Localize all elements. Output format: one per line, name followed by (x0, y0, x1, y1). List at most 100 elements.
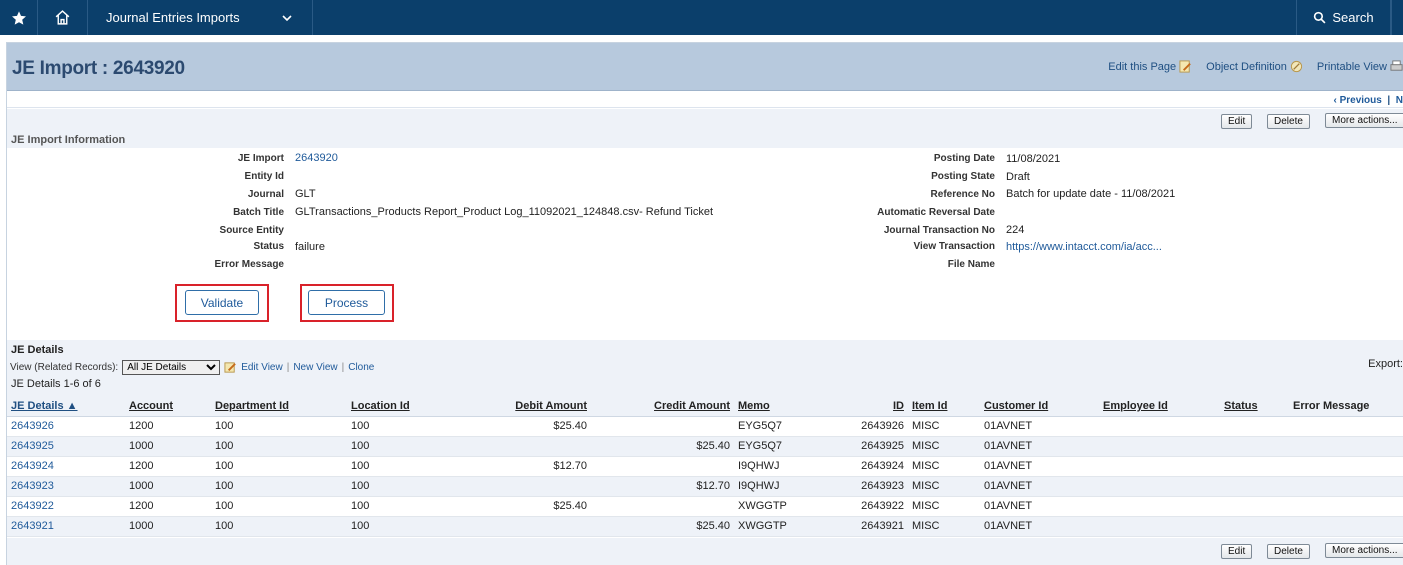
cell-department: 100 (211, 416, 347, 437)
col-credit-amount[interactable]: Credit Amount (591, 396, 734, 417)
object-definition-label: Object Definition (1206, 60, 1287, 73)
cell-item-id: MISC (908, 516, 980, 537)
je-detail-link[interactable]: 2643921 (7, 516, 125, 537)
col-debit-amount[interactable]: Debit Amount (467, 396, 591, 417)
col-account[interactable]: Account (125, 396, 211, 417)
col-location-id[interactable]: Location Id (347, 396, 467, 417)
cell-customer-id: 01AVNET (980, 456, 1099, 477)
table-row: 2643921 1000 100 100 $25.40 XWGGTP 26439… (7, 516, 1403, 537)
top-nav-bar: Journal Entries Imports Search (0, 0, 1403, 35)
pencil-page-icon (1179, 60, 1191, 73)
col-memo[interactable]: Memo (734, 396, 806, 417)
status-value: failure (295, 241, 325, 253)
col-department-id[interactable]: Department Id (211, 396, 347, 417)
cell-customer-id: 01AVNET (980, 436, 1099, 457)
search-label: Search (1332, 10, 1374, 25)
cell-location: 100 (347, 476, 467, 497)
next-record-link[interactable]: N (1396, 95, 1403, 106)
page-frame: JE Import : 2643920 Edit this Page Objec… (6, 42, 1403, 565)
je-detail-link[interactable]: 2643924 (7, 456, 125, 477)
cell-error (1289, 456, 1403, 477)
col-item-id[interactable]: Item Id (908, 396, 980, 417)
je-detail-link[interactable]: 2643926 (7, 416, 125, 437)
cell-error (1289, 476, 1403, 497)
cell-employee-id (1099, 416, 1220, 437)
bottom-delete-button[interactable]: Delete (1267, 544, 1310, 559)
je-import-value-link[interactable]: 2643920 (295, 152, 338, 164)
edit-view-link[interactable]: Edit View (241, 362, 283, 373)
cell-debit (467, 516, 591, 537)
table-row: 2643923 1000 100 100 $12.70 I9QHWJ 26439… (7, 476, 1403, 497)
nav-tail (1391, 0, 1403, 35)
posting-state-value: Draft (1006, 171, 1030, 183)
clone-view-link[interactable]: Clone (348, 362, 374, 373)
label-view-transaction: View Transaction (913, 241, 995, 252)
je-detail-link[interactable]: 2643925 (7, 436, 125, 457)
cell-memo: I9QHWJ (734, 476, 806, 497)
bottom-edit-button[interactable]: Edit (1221, 544, 1253, 559)
previous-record-link[interactable]: ‹ Previous (1333, 95, 1381, 106)
cell-credit: $25.40 (591, 516, 734, 537)
col-customer-id[interactable]: Customer Id (980, 396, 1099, 417)
cell-account: 1000 (125, 516, 211, 537)
label-je-import: JE Import (237, 153, 284, 164)
cell-error (1289, 496, 1403, 517)
label-reference-no: Reference No (930, 189, 995, 200)
page-title: JE Import : 2643920 (12, 58, 185, 79)
export-control[interactable]: Export: (1368, 358, 1403, 370)
cell-debit: $25.40 (467, 416, 591, 437)
module-selector[interactable]: Journal Entries Imports (88, 0, 313, 35)
cell-credit (591, 456, 734, 477)
validate-button[interactable]: Validate (185, 290, 259, 315)
cell-department: 100 (211, 436, 347, 457)
cell-item-id: MISC (908, 496, 980, 517)
table-row: 2643925 1000 100 100 $25.40 EYG5Q7 26439… (7, 436, 1403, 457)
favorites-button[interactable] (0, 0, 38, 35)
label-error-message: Error Message (214, 259, 284, 270)
info-section-heading: JE Import Information (7, 131, 1403, 148)
printable-view-link[interactable]: Printable View (1317, 60, 1403, 73)
cell-credit (591, 416, 734, 437)
more-actions-button[interactable]: More actions... (1325, 113, 1403, 128)
title-bar: JE Import : 2643920 Edit this Page Objec… (7, 43, 1403, 91)
col-status[interactable]: Status (1220, 396, 1289, 417)
cell-department: 100 (211, 496, 347, 517)
view-select[interactable]: All JE Details (122, 359, 221, 375)
process-button[interactable]: Process (308, 290, 385, 315)
col-id[interactable]: ID (806, 396, 908, 417)
view-transaction-link[interactable]: https://www.intacct.com/ia/acc... (1006, 241, 1162, 253)
cell-error (1289, 416, 1403, 437)
cell-employee-id (1099, 476, 1220, 497)
edit-page-link[interactable]: Edit this Page (1108, 60, 1192, 73)
cell-memo: XWGGTP (734, 496, 806, 517)
object-definition-link[interactable]: Object Definition (1206, 60, 1303, 73)
cell-credit (591, 496, 734, 517)
home-button[interactable] (38, 0, 88, 35)
col-error-message[interactable]: Error Message (1289, 396, 1403, 417)
home-icon (54, 9, 71, 26)
delete-button[interactable]: Delete (1267, 114, 1310, 129)
cell-department: 100 (211, 456, 347, 477)
edit-view-icon (224, 361, 237, 373)
pager-separator: | (1387, 95, 1391, 106)
je-detail-link[interactable]: 2643922 (7, 496, 125, 517)
page-links: Edit this Page Object Definition Printab… (1108, 60, 1403, 73)
col-je-details[interactable]: JE Details ▲ (7, 396, 125, 417)
cell-account: 1200 (125, 416, 211, 437)
search-button[interactable]: Search (1296, 0, 1391, 35)
label-posting-date: Posting Date (933, 153, 995, 164)
je-details-heading: JE Details (11, 344, 64, 356)
edit-button[interactable]: Edit (1221, 114, 1253, 129)
bottom-more-actions-button[interactable]: More actions... (1325, 543, 1403, 558)
cell-status (1220, 516, 1289, 537)
journal-value: GLT (295, 188, 316, 200)
je-detail-link[interactable]: 2643923 (7, 476, 125, 497)
cell-id: 2643925 (806, 436, 908, 457)
col-employee-id[interactable]: Employee Id (1099, 396, 1220, 417)
cell-id: 2643923 (806, 476, 908, 497)
table-row: 2643924 1200 100 100 $12.70 I9QHWJ 26439… (7, 456, 1403, 477)
search-icon (1313, 11, 1326, 24)
cell-debit (467, 476, 591, 497)
new-view-link[interactable]: New View (293, 362, 337, 373)
